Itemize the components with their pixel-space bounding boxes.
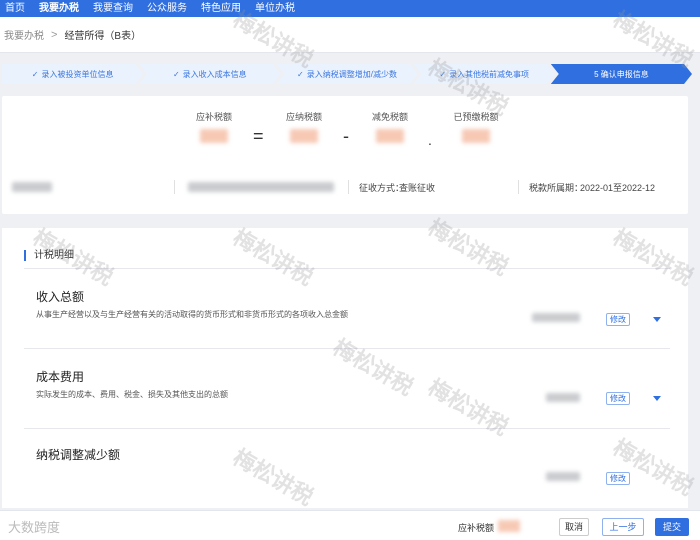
step-5[interactable]: 5 确认申报信息 bbox=[551, 64, 692, 84]
due-value-masked bbox=[200, 129, 228, 143]
step-label: 录入纳税调整增加/减少数 bbox=[306, 69, 397, 79]
cost-expand-icon[interactable] bbox=[653, 396, 661, 401]
taxpayer-info-row: 征收方式： 查账征收 税款所属期： 2022-01至2022-12 bbox=[2, 178, 688, 198]
step-label: 录入被投资单位信息 bbox=[41, 69, 114, 79]
dot-sign: . bbox=[428, 132, 432, 148]
divider bbox=[348, 180, 349, 194]
brand-watermark: 大数跨度 bbox=[8, 520, 61, 535]
step-progress: ✓ 录入被投资单位信息 ✓ 录入收入成本信息 ✓ 录入纳税调整增加/减少数 ✓ 录入其他… bbox=[2, 64, 688, 84]
step-label: 录入收入成本信息 bbox=[182, 69, 247, 79]
nav-item-featured-apps[interactable]: 特色应用 bbox=[196, 0, 250, 17]
minus-sign: - bbox=[343, 126, 349, 146]
footer-due-label: 应补税额 bbox=[458, 523, 495, 533]
nav-item-tax-handling[interactable]: 我要办税 bbox=[34, 0, 88, 17]
breadcrumb-home-link[interactable]: 我要办税 bbox=[4, 27, 44, 42]
nav-item-unit-tax[interactable]: 单位办税 bbox=[250, 0, 304, 17]
divider bbox=[24, 268, 670, 269]
payable-label: 应纳税额 bbox=[285, 112, 322, 122]
step-label: 5 确认申报信息 bbox=[594, 69, 649, 79]
formula-payable: 应纳税额 bbox=[264, 110, 344, 143]
tax-summary-card: 应补税额 = 应纳税额 - 减免税额 . 已预缴税额 征收方式： 查账征收 税款… bbox=[2, 96, 688, 214]
footer-action-bar: 大数跨度 应补税额 取消 上一步 提交 bbox=[0, 510, 700, 540]
formula-due: 应补税额 bbox=[174, 110, 254, 143]
reduction-label: 减免税额 bbox=[371, 112, 408, 122]
check-icon: ✓ bbox=[172, 69, 180, 79]
divider bbox=[174, 180, 175, 194]
collection-method-label: 征收方式： bbox=[359, 183, 405, 193]
tax-detail-card: 计税明细 收入总额 从事生产经营以及与生产经营有关的活动取得的货币形式和非货币形… bbox=[2, 228, 688, 508]
tax-adjust-decrease-title: 纳税调整减少额 bbox=[36, 448, 121, 462]
cost-expense-title: 成本费用 bbox=[36, 370, 85, 384]
taxpayer-name-masked bbox=[12, 182, 52, 192]
tax-formula: 应补税额 = 应纳税额 - 减免税额 . 已预缴税额 bbox=[2, 110, 688, 150]
check-icon: ✓ bbox=[31, 69, 39, 79]
equals-sign: = bbox=[253, 126, 264, 146]
reduction-value-masked bbox=[376, 129, 404, 143]
breadcrumb: 我要办税 > 经营所得（B表） bbox=[0, 17, 700, 53]
prepaid-value-masked bbox=[462, 129, 490, 143]
nav-item-home[interactable]: 首页 bbox=[0, 0, 34, 17]
income-total-value-masked bbox=[532, 313, 580, 322]
prepaid-label: 已预缴税额 bbox=[453, 112, 499, 122]
step-4[interactable]: ✓ 录入其他税前减免事项 bbox=[414, 64, 555, 84]
cost-expense-desc: 实际发生的成本、费用、税金、损失及其他支出的总额 bbox=[36, 390, 228, 399]
taxpayer-id-masked bbox=[188, 182, 334, 192]
divider bbox=[518, 180, 519, 194]
cost-expense-value-masked bbox=[546, 393, 580, 402]
breadcrumb-current: 经营所得（B表） bbox=[64, 31, 142, 42]
tax-adjust-value-masked bbox=[546, 472, 580, 481]
income-edit-button[interactable]: 修改 bbox=[606, 313, 630, 326]
tax-period-value: 2022-01至2022-12 bbox=[580, 183, 656, 193]
breadcrumb-separator: > bbox=[51, 28, 58, 41]
step-1[interactable]: ✓ 录入被投资单位信息 bbox=[2, 64, 143, 84]
formula-prepaid: 已预缴税额 bbox=[436, 110, 516, 143]
step-2[interactable]: ✓ 录入收入成本信息 bbox=[139, 64, 280, 84]
submit-button[interactable]: 提交 bbox=[655, 518, 689, 536]
top-nav: 首页 我要办税 我要查询 公众服务 特色应用 单位办税 bbox=[0, 0, 700, 17]
check-icon: ✓ bbox=[297, 69, 304, 79]
formula-reduction: 减免税额 bbox=[350, 110, 430, 143]
nav-item-query[interactable]: 我要查询 bbox=[88, 0, 142, 17]
previous-step-button[interactable]: 上一步 bbox=[602, 518, 644, 536]
income-total-title: 收入总额 bbox=[36, 290, 85, 304]
income-expand-icon[interactable] bbox=[653, 317, 661, 322]
nav-item-public-service[interactable]: 公众服务 bbox=[142, 0, 196, 17]
tax-period-label: 税款所属期： bbox=[529, 183, 584, 193]
divider bbox=[24, 348, 670, 349]
step-3[interactable]: ✓ 录入纳税调整增加/减少数 bbox=[276, 64, 417, 84]
divider bbox=[24, 428, 670, 429]
collection-method-value: 查账征收 bbox=[399, 183, 436, 193]
tax-adjust-edit-button[interactable]: 修改 bbox=[606, 472, 630, 485]
payable-value-masked bbox=[290, 129, 318, 143]
step-label: 录入其他税前减免事项 bbox=[449, 69, 530, 79]
income-total-desc: 从事生产经营以及与生产经营有关的活动取得的货币形式和非货币形式的各项收入总金额 bbox=[36, 310, 348, 319]
detail-title: 计税明细 bbox=[24, 250, 74, 261]
check-icon: ✓ bbox=[439, 69, 447, 79]
cost-edit-button[interactable]: 修改 bbox=[606, 392, 630, 405]
due-label: 应补税额 bbox=[195, 112, 232, 122]
cancel-button[interactable]: 取消 bbox=[559, 518, 589, 536]
footer-due-value-masked bbox=[498, 520, 520, 532]
